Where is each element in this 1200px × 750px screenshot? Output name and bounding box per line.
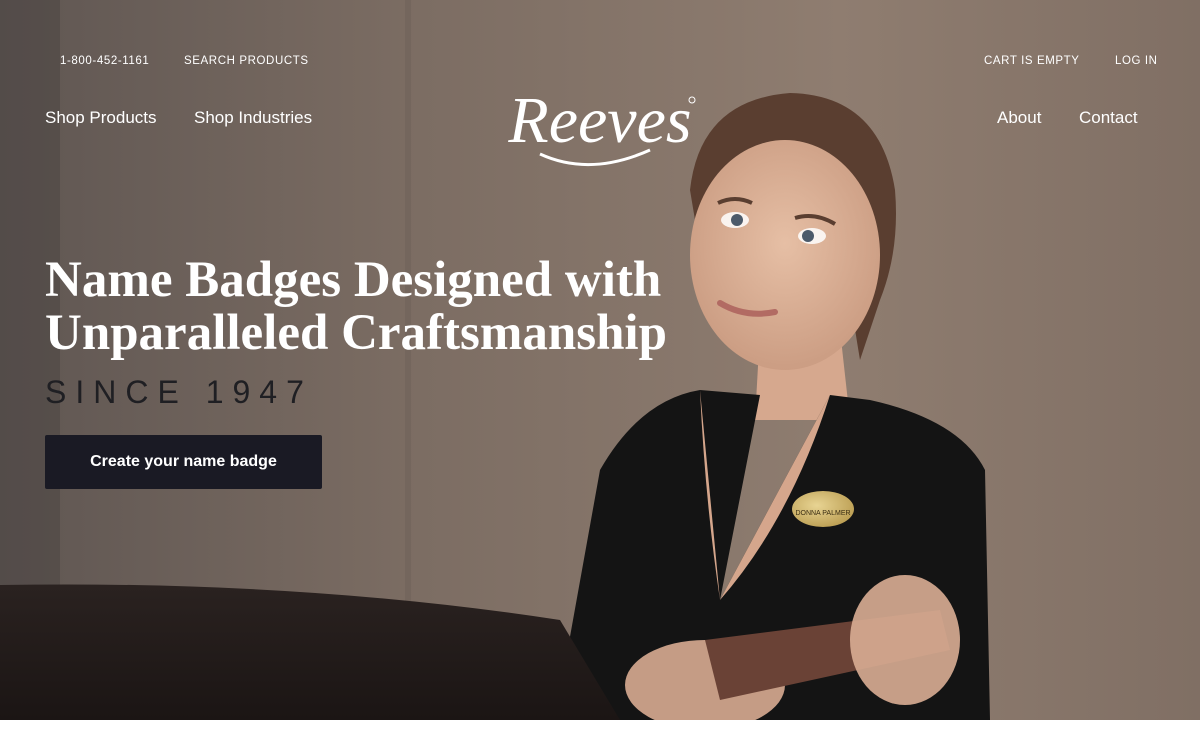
headline-line-2: Unparalleled Craftsmanship: [45, 305, 667, 361]
create-name-badge-button[interactable]: Create your name badge: [45, 435, 322, 489]
hero-headline: Name Badges Designed with Unparalleled C…: [45, 254, 745, 360]
nav-shop-industries[interactable]: Shop Industries: [194, 108, 312, 128]
nav-contact[interactable]: Contact: [1079, 108, 1138, 128]
reeves-logo-icon[interactable]: Reeves: [500, 82, 700, 172]
login-link[interactable]: LOG IN: [1115, 55, 1158, 67]
name-badge-text: DONNA PALMER: [795, 510, 850, 517]
headline-line-1: Name Badges Designed with: [45, 252, 662, 308]
since-tagline: SINCE 1947: [45, 374, 313, 410]
logo-wordmark: Reeves: [507, 84, 691, 157]
cart-link[interactable]: CART IS EMPTY: [984, 55, 1080, 67]
hero-banner: DONNA PALMER 1-800-452-1161 SEARCH PRODU…: [0, 0, 1200, 720]
nav-about[interactable]: About: [997, 108, 1041, 128]
search-products-link[interactable]: SEARCH PRODUCTS: [184, 55, 309, 67]
nav-shop-products[interactable]: Shop Products: [45, 108, 157, 128]
phone-link[interactable]: 1-800-452-1161: [60, 55, 149, 67]
